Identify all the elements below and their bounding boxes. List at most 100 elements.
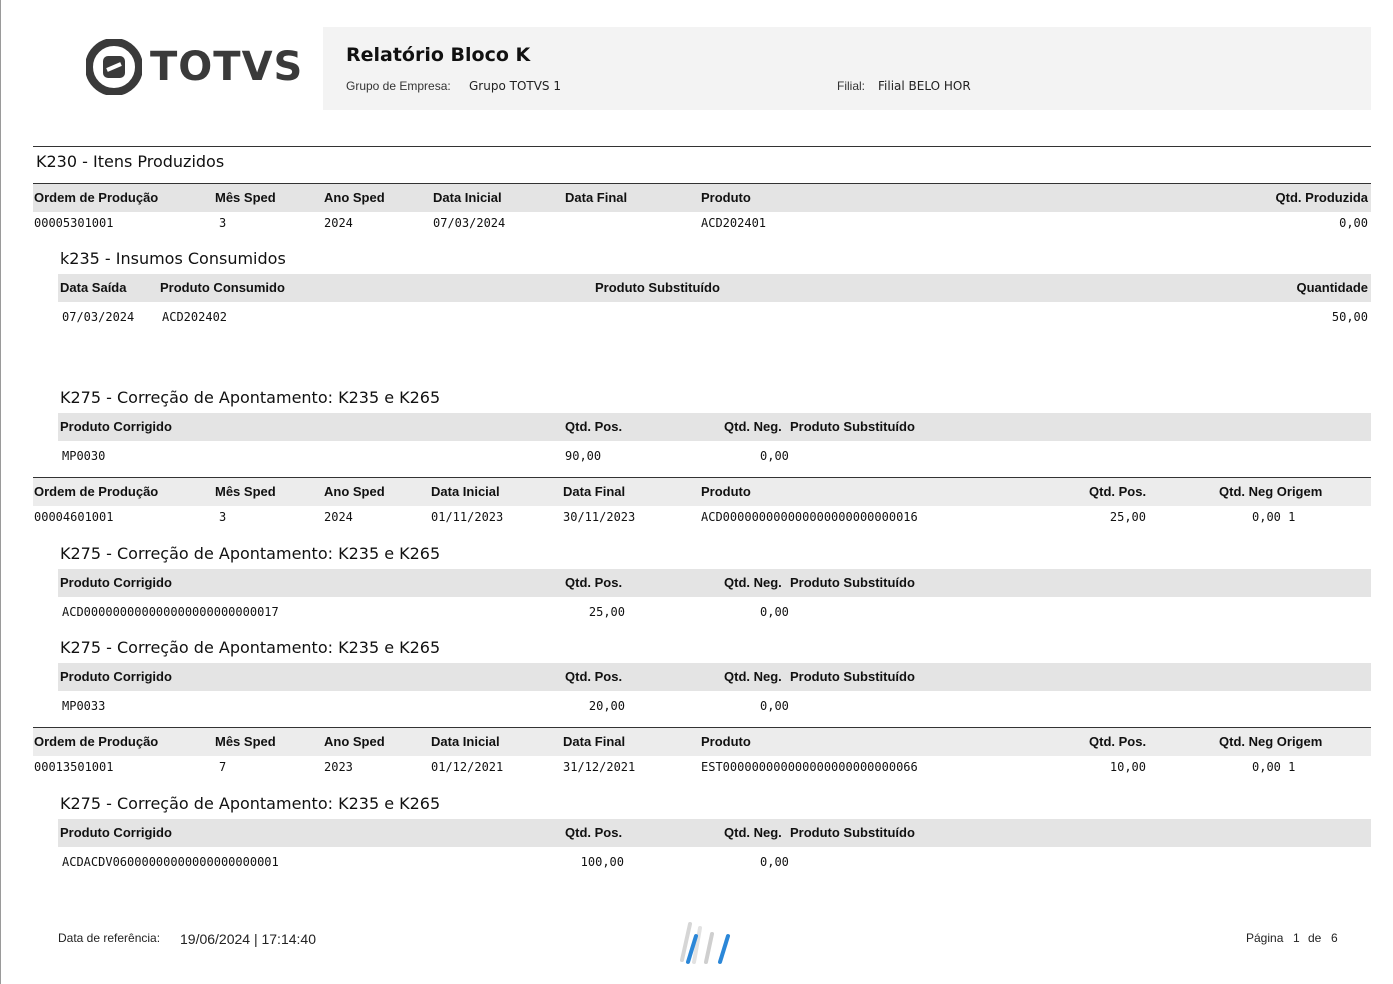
k235-title: k235 - Insumos Consumidos <box>60 249 286 268</box>
page-total: 6 <box>1331 931 1338 945</box>
k275-table-header: Produto Corrigido Qtd. Pos. Qtd. Neg. Pr… <box>58 819 1371 847</box>
page-number: 1 <box>1293 931 1300 945</box>
cell-qtd-pos: 25,00 <box>1109 510 1146 524</box>
k275-table-header: Produto Corrigido Qtd. Pos. Qtd. Neg. Pr… <box>58 569 1371 597</box>
cell-qtd-pos: 20,00 <box>588 699 625 713</box>
cell-produto-corrigido: MP0030 <box>62 449 106 463</box>
k235-table-header: Data Saída Produto Consumido Produto Sub… <box>58 274 1371 302</box>
k275-table-header: Produto Corrigido Qtd. Pos. Qtd. Neg. Pr… <box>58 663 1371 691</box>
cell-data-final: 31/12/2021 <box>563 760 636 774</box>
cell-qtd-neg: 0,00 <box>760 699 789 713</box>
cell-ordem: 00004601001 <box>34 510 114 524</box>
col-produto-corrigido: Produto Corrigido <box>60 669 172 684</box>
page-label: Página <box>1246 931 1284 945</box>
cell-quantidade: 50,00 <box>1331 310 1368 324</box>
k230-title: K230 - Itens Produzidos <box>36 152 225 171</box>
k275-title: K275 - Correção de Apontamento: K235 e K… <box>60 794 441 813</box>
cell-produto: ACD202401 <box>701 216 767 230</box>
col-quantidade: Quantidade <box>1296 280 1368 295</box>
col-qtd-neg: Qtd. Neg. <box>724 669 782 684</box>
cell-produto-corrigido: ACDACDV06000000000000000000001 <box>62 855 279 869</box>
totvs-logo-icon <box>85 38 143 96</box>
col-qtd-pos: Qtd. Pos. <box>1089 734 1147 749</box>
col-qtd-pos: Qtd. Pos. <box>565 825 623 840</box>
col-produto: Produto <box>701 190 751 205</box>
group-label: Grupo de Empresa: <box>346 79 451 93</box>
reference-date-label: Data de referência: <box>58 931 161 945</box>
col-produto-substituido: Produto Substituído <box>790 575 915 590</box>
report-title: Relatório Bloco K <box>346 44 531 66</box>
cell-qtd-neg-origem: 0,00 1 <box>1252 510 1296 524</box>
cell-mes: 3 <box>219 510 227 524</box>
order-table-header: Ordem de Produção Mês Sped Ano Sped Data… <box>33 478 1371 506</box>
col-ordem: Ordem de Produção <box>34 484 159 499</box>
col-data-inicial: Data Inicial <box>431 484 500 499</box>
cell-qtd-produzida: 0,00 <box>1339 216 1368 230</box>
col-data-final: Data Final <box>563 484 626 499</box>
cell-qtd-neg-origem: 0,00 1 <box>1252 760 1296 774</box>
cell-produto-corrigido: ACD000000000000000000000000017 <box>62 605 279 619</box>
k275-table-header: Produto Corrigido Qtd. Pos. Qtd. Neg. Pr… <box>58 413 1371 441</box>
cell-ordem: 00005301001 <box>34 216 114 230</box>
k275-title: K275 - Correção de Apontamento: K235 e K… <box>60 388 441 407</box>
cell-ano: 2024 <box>324 510 353 524</box>
cell-data-inicial: 07/03/2024 <box>433 216 506 230</box>
col-qtd-neg-origem: Qtd. Neg Origem <box>1219 734 1323 749</box>
col-produto-consumido: Produto Consumido <box>160 280 285 295</box>
cell-produto-corrigido: MP0033 <box>62 699 106 713</box>
cell-produto-consumido: ACD202402 <box>162 310 228 324</box>
cell-produto: EST000000000000000000000000066 <box>701 760 918 774</box>
col-data-inicial: Data Inicial <box>431 734 500 749</box>
col-qtd-neg: Qtd. Neg. <box>724 419 782 434</box>
col-qtd-pos: Qtd. Pos. <box>565 419 623 434</box>
col-mes: Mês Sped <box>215 190 276 205</box>
section-divider <box>33 146 1371 147</box>
col-qtd-pos: Qtd. Pos. <box>565 575 623 590</box>
col-ordem: Ordem de Produção <box>34 190 159 205</box>
cell-data-inicial: 01/12/2021 <box>431 760 504 774</box>
reference-date-value: 19/06/2024 | 17:14:40 <box>180 931 316 947</box>
cell-mes: 7 <box>219 760 227 774</box>
col-produto-substituido: Produto Substituído <box>790 669 915 684</box>
cell-qtd-neg: 0,00 <box>760 449 789 463</box>
col-qtd-pos: Qtd. Pos. <box>1089 484 1147 499</box>
k275-title: K275 - Correção de Apontamento: K235 e K… <box>60 638 441 657</box>
report-header: Relatório Bloco K Grupo de Empresa: Grup… <box>323 27 1371 110</box>
col-produto: Produto <box>701 734 751 749</box>
col-produto: Produto <box>701 484 751 499</box>
col-produto-corrigido: Produto Corrigido <box>60 825 172 840</box>
page-left-border <box>0 0 1 984</box>
col-produto-corrigido: Produto Corrigido <box>60 575 172 590</box>
col-ano: Ano Sped <box>324 190 385 205</box>
col-produto-corrigido: Produto Corrigido <box>60 419 172 434</box>
col-ano: Ano Sped <box>324 484 385 499</box>
cell-qtd-neg: 0,00 <box>760 855 789 869</box>
col-qtd-neg-origem: Qtd. Neg Origem <box>1219 484 1323 499</box>
cell-data-final: 30/11/2023 <box>563 510 636 524</box>
cell-ano: 2023 <box>324 760 353 774</box>
cell-qtd-neg: 0,00 <box>760 605 789 619</box>
cell-qtd-pos: 100,00 <box>580 855 624 869</box>
col-produto-substituido: Produto Substituído <box>790 825 915 840</box>
col-produto-substituido: Produto Substituído <box>595 280 720 295</box>
totvs-logo: TOTVS <box>85 38 302 96</box>
page-of-label: de <box>1308 931 1322 945</box>
col-qtd-pos: Qtd. Pos. <box>565 669 623 684</box>
col-ordem: Ordem de Produção <box>34 734 159 749</box>
branch-label: Filial: <box>837 79 866 93</box>
cell-produto: ACD000000000000000000000000016 <box>701 510 918 524</box>
cell-qtd-pos: 25,00 <box>588 605 625 619</box>
col-data-inicial: Data Inicial <box>433 190 502 205</box>
group-value: Grupo TOTVS 1 <box>469 79 561 93</box>
col-data-saida: Data Saída <box>60 280 127 295</box>
col-qtd-neg: Qtd. Neg. <box>724 825 782 840</box>
cell-mes: 3 <box>219 216 227 230</box>
branch-value: Filial BELO HOR <box>878 79 971 93</box>
k230-table-header: Ordem de Produção Mês Sped Ano Sped Data… <box>33 184 1371 212</box>
loading-spinner-icon <box>680 922 730 964</box>
col-mes: Mês Sped <box>215 734 276 749</box>
cell-data-saida: 07/03/2024 <box>62 310 135 324</box>
cell-qtd-pos: 90,00 <box>565 449 602 463</box>
cell-ano: 2024 <box>324 216 353 230</box>
col-qtd-produzida: Qtd. Produzida <box>1275 190 1368 205</box>
